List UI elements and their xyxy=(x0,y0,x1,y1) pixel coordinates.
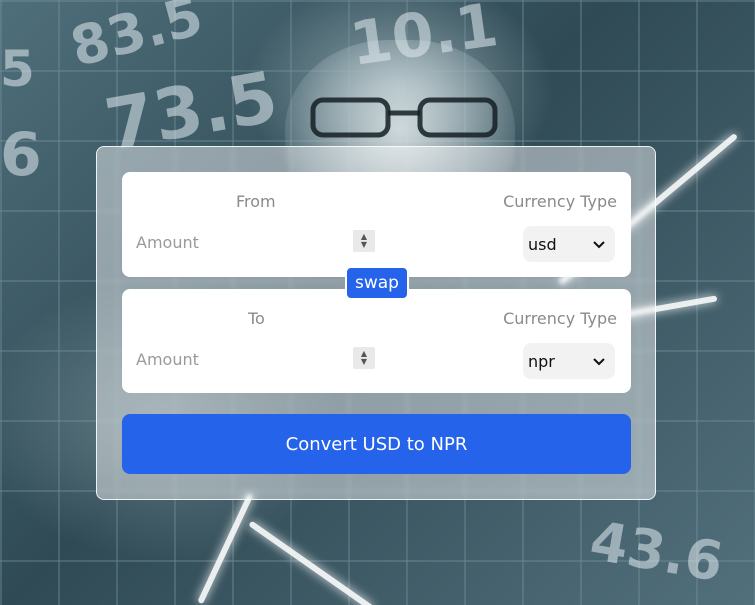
chevron-down-icon xyxy=(593,358,605,366)
to-amount-spinner[interactable]: ▲ ▼ xyxy=(353,347,375,369)
from-currency-value: usd xyxy=(528,234,557,254)
to-currency-value: npr xyxy=(528,351,555,371)
to-section: To Currency Type ▲ ▼ npr xyxy=(122,289,631,393)
background-number: 6 xyxy=(0,120,42,190)
from-section: From Currency Type ▲ ▼ usd xyxy=(122,172,631,277)
to-amount-input[interactable] xyxy=(136,347,376,371)
to-label: To xyxy=(248,309,265,328)
from-label: From xyxy=(236,192,276,211)
from-currency-type-label: Currency Type xyxy=(503,192,617,211)
swap-button[interactable]: swap xyxy=(345,266,409,300)
from-currency-select[interactable]: usd xyxy=(523,226,615,262)
from-amount-spinner[interactable]: ▲ ▼ xyxy=(353,230,375,252)
converter-card: From Currency Type ▲ ▼ usd swap To Curre… xyxy=(96,146,656,500)
spinner-down-icon[interactable]: ▼ xyxy=(361,241,367,249)
from-amount-input[interactable] xyxy=(136,230,376,254)
to-currency-type-label: Currency Type xyxy=(503,309,617,328)
convert-button[interactable]: Convert USD to NPR xyxy=(122,414,631,474)
spinner-down-icon[interactable]: ▼ xyxy=(361,358,367,366)
background-glasses xyxy=(310,97,498,138)
background-number: 5 xyxy=(0,40,35,98)
to-currency-select[interactable]: npr xyxy=(523,343,615,379)
chevron-down-icon xyxy=(593,241,605,249)
